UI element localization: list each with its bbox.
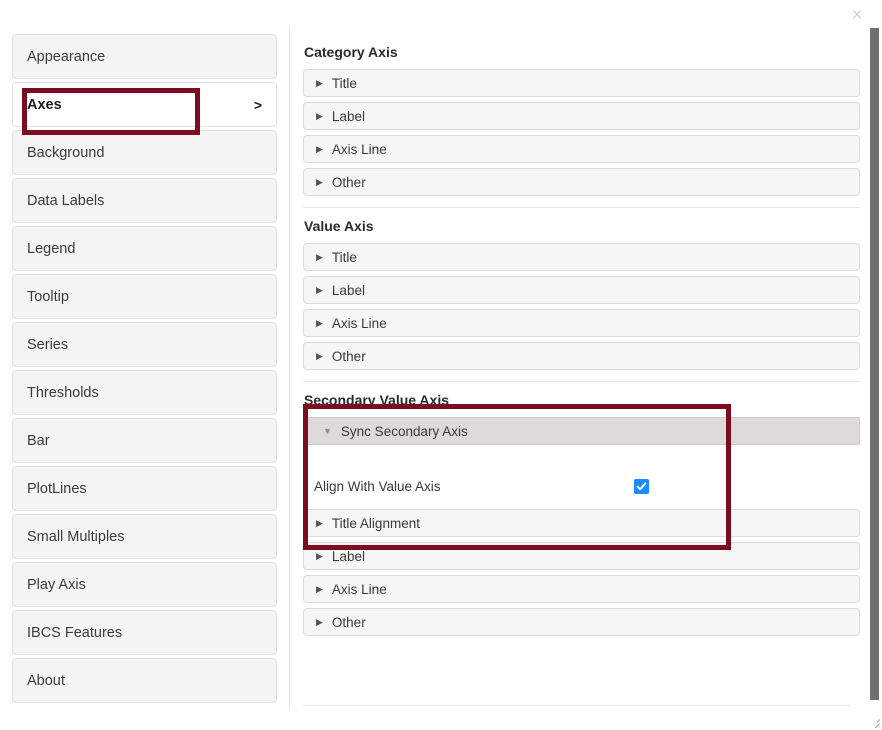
accordion-label: Axis Line [332,142,387,157]
triangle-right-icon: ▶ [316,112,323,121]
sidebar-item-label: IBCS Features [27,625,122,641]
resize-handle-icon[interactable] [867,715,880,728]
sidebar-item-label: Axes [27,97,62,113]
sidebar-item-label: Tooltip [27,289,69,305]
sidebar-item-label: About [27,673,65,689]
dialog-body: Appearance Axes > Background Data Labels… [0,28,882,708]
align-with-value-axis-checkbox[interactable] [634,479,649,494]
section-divider [303,207,860,208]
settings-dialog: × Appearance Axes > Background Data Labe… [0,0,882,730]
triangle-right-icon: ▶ [316,352,323,361]
accordion-label: Label [332,283,365,298]
section-divider [303,381,860,382]
accordion-category-title[interactable]: ▶ Title [303,69,860,97]
accordion-value-axis-line[interactable]: ▶ Axis Line [303,309,860,337]
sidebar-item-about[interactable]: About [12,658,277,703]
triangle-right-icon: ▶ [316,552,323,561]
sidebar-item-axes[interactable]: Axes > [12,82,277,127]
accordion-label: Title [332,76,357,91]
triangle-right-icon: ▶ [316,253,323,262]
accordion-label: Other [332,615,366,630]
accordion-label: Sync Secondary Axis [341,424,468,439]
section-title-secondary-value-axis: Secondary Value Axis [304,392,860,408]
accordion-secondary-label[interactable]: ▶ Label [303,542,860,570]
accordion-secondary-title-alignment[interactable]: ▶ Title Alignment [303,509,860,537]
accordion-secondary-other[interactable]: ▶ Other [303,608,860,636]
sidebar-item-label: Background [27,145,104,161]
accordion-sync-secondary-axis[interactable]: ▼ Sync Secondary Axis [303,417,860,445]
sidebar-item-label: Bar [27,433,50,449]
sidebar-item-label: Appearance [27,49,105,65]
triangle-down-icon: ▼ [323,427,332,436]
accordion-label: Axis Line [332,582,387,597]
sidebar-item-legend[interactable]: Legend [12,226,277,271]
settings-sidebar: Appearance Axes > Background Data Labels… [0,28,290,708]
sidebar-item-series[interactable]: Series [12,322,277,367]
bottom-divider [303,705,851,706]
sidebar-item-data-labels[interactable]: Data Labels [12,178,277,223]
sidebar-item-bar[interactable]: Bar [12,418,277,463]
accordion-category-other[interactable]: ▶ Other [303,168,860,196]
accordion-label: Label [332,549,365,564]
sidebar-item-label: Play Axis [27,577,86,593]
triangle-right-icon: ▶ [316,286,323,295]
sidebar-item-label: Legend [27,241,75,257]
sidebar-item-tooltip[interactable]: Tooltip [12,274,277,319]
accordion-value-other[interactable]: ▶ Other [303,342,860,370]
accordion-category-label[interactable]: ▶ Label [303,102,860,130]
sidebar-item-label: Series [27,337,68,353]
sidebar-item-background[interactable]: Background [12,130,277,175]
accordion-label: Other [332,175,366,190]
sidebar-item-plotlines[interactable]: PlotLines [12,466,277,511]
triangle-right-icon: ▶ [316,585,323,594]
accordion-label: Title [332,250,357,265]
triangle-right-icon: ▶ [316,519,323,528]
triangle-right-icon: ▶ [316,79,323,88]
sidebar-item-label: Data Labels [27,193,104,209]
secondary-value-axis-block: Secondary Value Axis ▼ Sync Secondary Ax… [303,392,860,509]
scrollbar-thumb[interactable] [870,28,879,700]
sidebar-item-appearance[interactable]: Appearance [12,34,277,79]
sidebar-item-play-axis[interactable]: Play Axis [12,562,277,607]
align-with-value-axis-option: Align With Value Axis [303,463,860,509]
sidebar-item-label: Thresholds [27,385,99,401]
close-icon[interactable]: × [846,4,868,26]
vertical-scrollbar[interactable] [869,28,880,700]
settings-content-panel: Category Axis ▶ Title ▶ Label ▶ Axis Lin… [290,28,882,708]
align-with-value-axis-label: Align With Value Axis [314,479,634,494]
accordion-label: Label [332,109,365,124]
accordion-label: Axis Line [332,316,387,331]
sidebar-item-ibcs-features[interactable]: IBCS Features [12,610,277,655]
sidebar-item-small-multiples[interactable]: Small Multiples [12,514,277,559]
sidebar-item-thresholds[interactable]: Thresholds [12,370,277,415]
sidebar-item-label: PlotLines [27,481,87,497]
accordion-label: Title Alignment [332,516,420,531]
accordion-label: Other [332,349,366,364]
triangle-right-icon: ▶ [316,145,323,154]
section-title-category-axis: Category Axis [304,44,860,60]
accordion-value-label[interactable]: ▶ Label [303,276,860,304]
accordion-value-title[interactable]: ▶ Title [303,243,860,271]
accordion-secondary-axis-line[interactable]: ▶ Axis Line [303,575,860,603]
sidebar-item-label: Small Multiples [27,529,125,545]
section-title-value-axis: Value Axis [304,218,860,234]
accordion-category-axis-line[interactable]: ▶ Axis Line [303,135,860,163]
triangle-right-icon: ▶ [316,319,323,328]
triangle-right-icon: ▶ [316,618,323,627]
chevron-right-icon: > [254,97,262,113]
triangle-right-icon: ▶ [316,178,323,187]
